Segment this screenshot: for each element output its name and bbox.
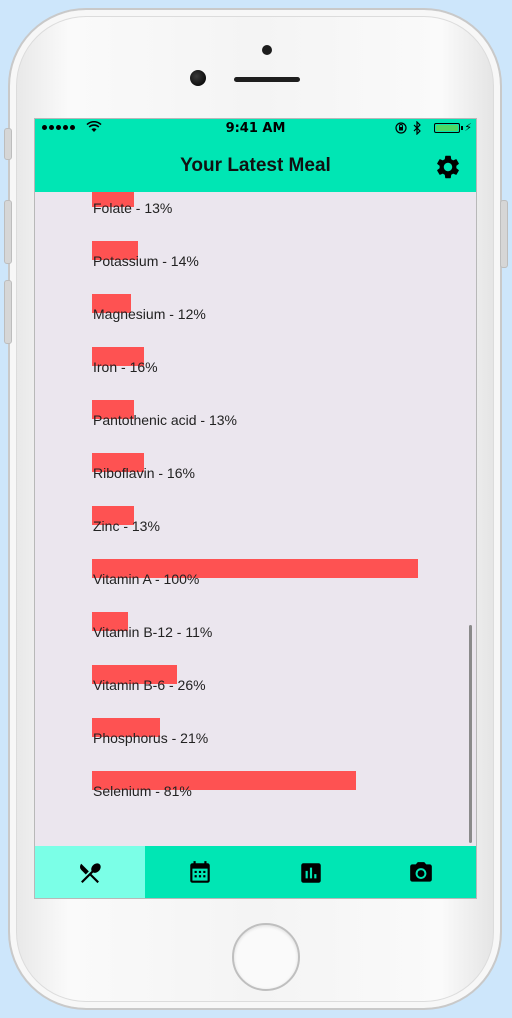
nutrient-label: Pantothenic acid - 13%: [93, 412, 237, 428]
nutrient-label: Riboflavin - 16%: [93, 465, 195, 481]
nutrient-label: Zinc - 13%: [93, 518, 160, 534]
fork-knife-icon: [80, 862, 101, 883]
nutrient-label: Vitamin B-12 - 11%: [93, 624, 213, 640]
battery-tip: [461, 126, 463, 130]
battery-icon: [434, 123, 460, 133]
nutrient-label: Vitamin A - 100%: [93, 571, 200, 587]
tab-camera[interactable]: [366, 846, 476, 898]
bluetooth-icon: [413, 121, 421, 135]
nutrient-label: Vitamin B-6 - 26%: [93, 677, 206, 693]
nutrient-list[interactable]: Folate - 13% Potassium - 14% Magnesium - 1…: [35, 192, 476, 846]
status-time: 9:41 AM: [225, 121, 286, 136]
status-bar: 9:41 AM ⚡: [35, 119, 476, 139]
tab-latest-meal[interactable]: [35, 846, 146, 898]
nutrient-label: Iron - 16%: [93, 359, 158, 375]
calendar-icon: [190, 860, 211, 883]
nutrient-label: Potassium - 14%: [93, 253, 199, 269]
front-camera: [190, 70, 206, 86]
nutrient-label: Folate - 13%: [93, 200, 173, 216]
earpiece-speaker: [234, 77, 300, 82]
nutrient-label: Magnesium - 12%: [93, 306, 206, 322]
page-title: Your Latest Meal: [180, 155, 331, 176]
tab-stats[interactable]: [256, 846, 366, 898]
nutrient-label: Phosphorus - 21%: [93, 730, 209, 746]
home-button[interactable]: [232, 923, 300, 991]
app-header: 9:41 AM ⚡ Your Latest Meal: [35, 119, 476, 192]
camera-icon: [410, 861, 432, 882]
bar-chart-icon: [300, 862, 321, 883]
mute-switch: [4, 128, 12, 160]
scrollbar[interactable]: [469, 625, 472, 843]
tab-calendar[interactable]: [145, 846, 255, 898]
tab-bar: [35, 846, 476, 898]
front-sensor: [262, 45, 272, 55]
app-screen: 9:41 AM ⚡ Your Latest Meal Folate - 13% P…: [34, 118, 477, 899]
volume-down-button: [4, 280, 12, 344]
power-button: [500, 200, 508, 268]
nutrient-label: Selenium - 81%: [93, 783, 192, 799]
orientation-lock-icon: [395, 122, 407, 134]
charging-icon: ⚡: [464, 121, 472, 134]
gear-icon[interactable]: [434, 153, 462, 181]
volume-up-button: [4, 200, 12, 264]
